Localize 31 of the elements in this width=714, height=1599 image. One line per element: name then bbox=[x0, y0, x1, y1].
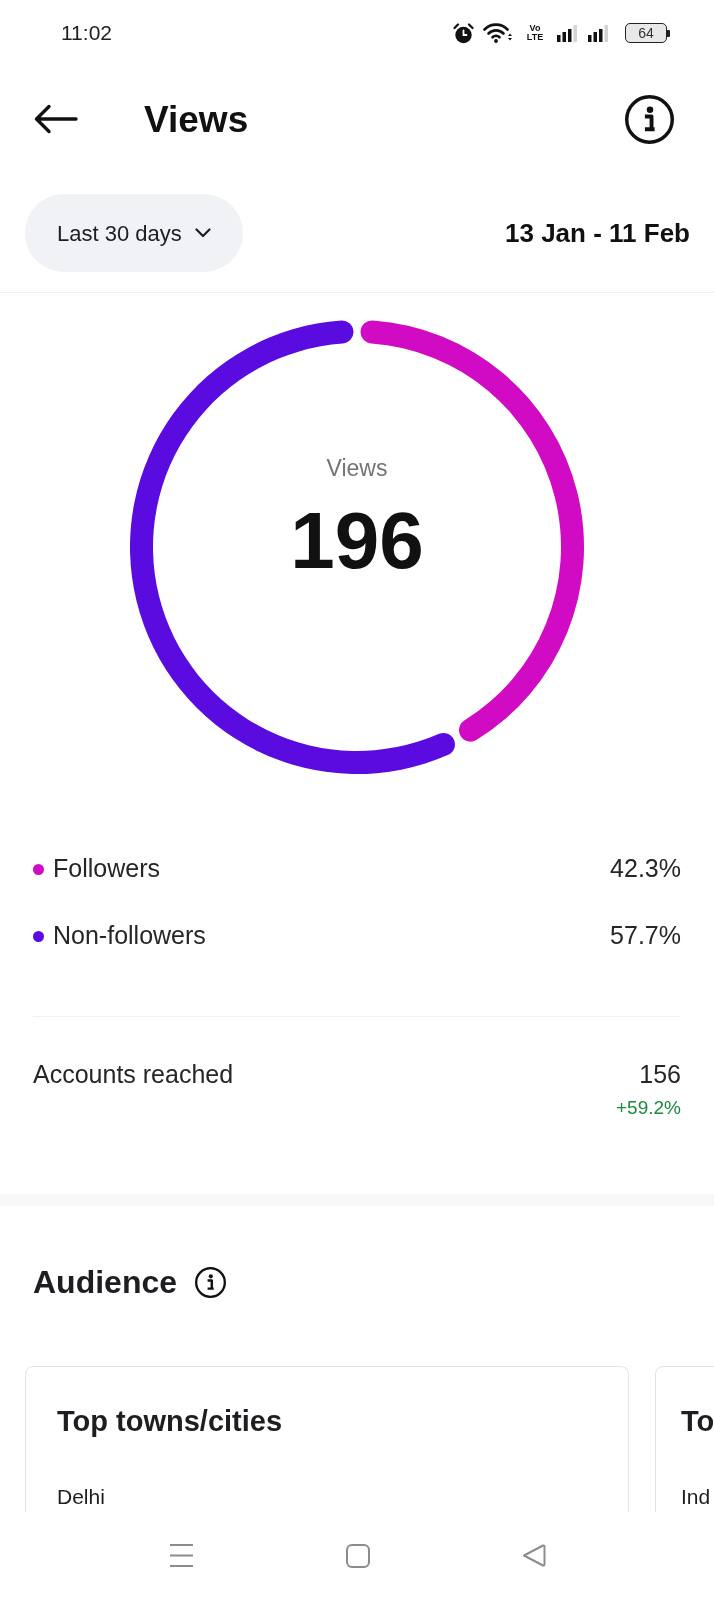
location-name: Ind bbox=[681, 1485, 712, 1509]
info-button[interactable] bbox=[195, 1266, 227, 1298]
signal-icon bbox=[557, 23, 579, 43]
signal-icon bbox=[588, 23, 610, 43]
legend-label: Followers bbox=[53, 853, 160, 885]
home-button[interactable] bbox=[345, 1543, 370, 1568]
info-button[interactable] bbox=[625, 94, 674, 144]
page-title: Views bbox=[144, 100, 249, 138]
back-button[interactable] bbox=[34, 104, 78, 134]
section-title: Audience bbox=[33, 1266, 178, 1298]
wifi-icon bbox=[483, 23, 513, 43]
card-title: Top towns/cities bbox=[57, 1404, 284, 1438]
metric-value: 156 bbox=[639, 1059, 681, 1090]
back-nav-button[interactable] bbox=[521, 1543, 546, 1568]
chevron-down-icon bbox=[194, 228, 211, 238]
period-dropdown[interactable]: Last 30 days bbox=[25, 194, 243, 272]
legend-value: 42.3% bbox=[610, 853, 681, 885]
menu-button[interactable] bbox=[168, 1543, 194, 1568]
metric-label: Accounts reached bbox=[33, 1059, 234, 1090]
status-time: 11:02 bbox=[61, 20, 112, 47]
date-range: 13 Jan - 11 Feb bbox=[505, 216, 690, 250]
metric-change: +59.2% bbox=[616, 1096, 681, 1120]
legend-label: Non-followers bbox=[53, 920, 206, 952]
alarm-icon bbox=[453, 22, 474, 44]
location-name: Delhi bbox=[57, 1485, 106, 1509]
donut-total: 196 bbox=[290, 501, 424, 581]
battery-indicator: 64 bbox=[625, 23, 670, 43]
card-title: To bbox=[681, 1404, 714, 1438]
legend-value: 57.7% bbox=[610, 920, 681, 952]
donut-center-label: Views bbox=[326, 454, 388, 482]
volte-indicator: Vo LTE bbox=[525, 24, 545, 42]
